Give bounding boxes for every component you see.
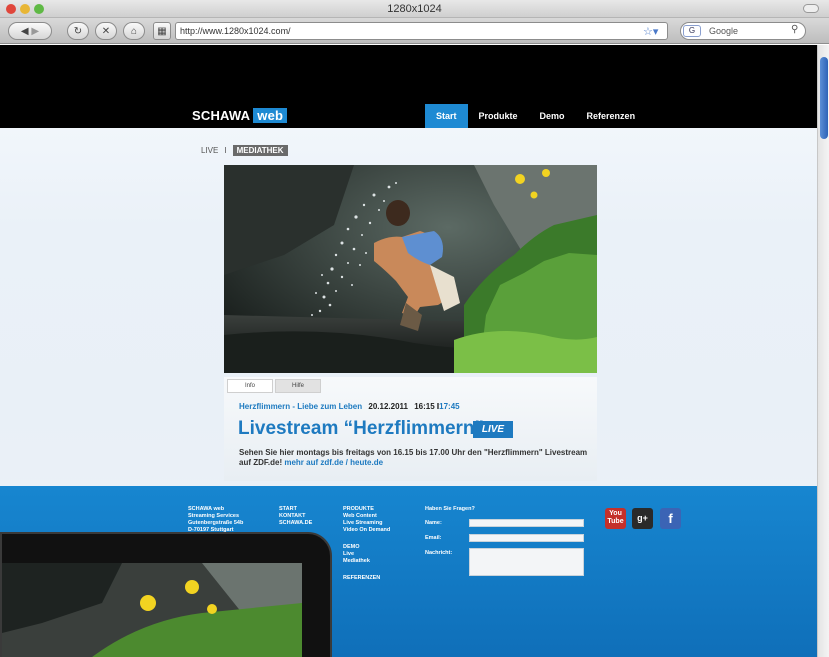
stop-icon: ✕ [101, 25, 111, 37]
footer-link-product[interactable]: Web Content [343, 513, 390, 520]
footer-link-product[interactable]: Video On Demand [343, 527, 390, 534]
broadcast-info: Herzflimmern - Liebe zum Leben 20.12.201… [239, 402, 460, 411]
tab-info[interactable]: Info [227, 379, 273, 393]
nav-produkte[interactable]: Produkte [468, 104, 529, 128]
search-engine-icon[interactable]: G [683, 25, 701, 37]
email-field[interactable] [469, 534, 584, 542]
reload-button[interactable]: ↻ [67, 22, 89, 40]
subnav-separator: I [224, 146, 227, 155]
forward-icon[interactable]: ▶ [31, 26, 39, 37]
address-line: SCHAWA web [188, 506, 225, 512]
live-badge: LIVE [473, 421, 513, 438]
back-forward-buttons[interactable]: ◀ ▶ [8, 22, 52, 40]
footer-link-demo[interactable]: Mediathek [343, 558, 390, 565]
subnav-mediathek[interactable]: MEDIATHEK [232, 145, 288, 156]
nav-start[interactable]: Start [425, 104, 468, 128]
footer-address: SCHAWA web Streaming Services Gutenbergs… [188, 506, 243, 534]
broadcast-start: 16:15 [414, 402, 435, 411]
scrollbar-thumb[interactable] [820, 57, 828, 139]
main-nav: Start Produkte Demo Referenzen [425, 104, 646, 128]
message-field[interactable] [469, 548, 584, 576]
message-label: Nachricht: [425, 550, 453, 556]
facebook-icon[interactable]: f [660, 508, 681, 529]
tablet-screen-photo [2, 563, 302, 657]
tablet-screen [2, 563, 302, 657]
info-tabs: Info Hilfe [227, 379, 323, 393]
sub-nav: LIVE I MEDIATHEK [201, 145, 288, 156]
email-label: Email: [425, 535, 442, 541]
nav-demo[interactable]: Demo [529, 104, 576, 128]
back-icon[interactable]: ◀ [21, 26, 29, 37]
livestream-headline: Livestream “Herzflimmern” [238, 418, 485, 439]
more-link[interactable]: mehr auf zdf.de / heute.de [284, 458, 383, 467]
address-bar[interactable]: http://www.1280x1024.com/ [175, 22, 668, 40]
vertical-scrollbar[interactable] [817, 45, 829, 657]
google-plus-icon[interactable]: g+ [632, 508, 653, 529]
site-logo[interactable]: SCHAWA web [192, 108, 288, 123]
site-header: SCHAWA web Start Produkte Demo Referenzen [0, 45, 817, 128]
broadcast-end: 17:45 [439, 402, 460, 411]
tablet-device-overlay [0, 532, 332, 657]
window-titlebar: 1280x1024 [0, 0, 829, 18]
footer-links: START KONTAKT SCHAWA.DE [279, 506, 312, 527]
address-line: Streaming Services [188, 513, 240, 519]
bookmark-star-icon[interactable]: ☆▾ [643, 25, 658, 38]
footer-link-kontakt[interactable]: KONTAKT [279, 513, 312, 520]
footer-products-heading[interactable]: PRODUKTE [343, 506, 390, 513]
broadcast-date: 20.12.2011 [368, 402, 408, 411]
window-title: 1280x1024 [387, 3, 442, 15]
footer-references-heading[interactable]: REFERENZEN [343, 575, 390, 582]
footer-products: PRODUKTE Web Content Live Streaming Vide… [343, 506, 390, 582]
logo-main: SCHAWA [192, 108, 251, 123]
bookmarks-icon: ▦ [157, 25, 167, 37]
name-label: Name: [425, 520, 442, 526]
video-player[interactable] [224, 165, 597, 373]
subnav-live[interactable]: LIVE [201, 146, 218, 155]
home-icon: ⌂ [130, 25, 138, 37]
logo-accent: web [253, 108, 288, 123]
hero-photo [224, 165, 597, 373]
footer-demo-heading[interactable]: DEMO [343, 544, 390, 551]
contact-form-heading: Haben Sie Fragen? [425, 506, 475, 512]
livestream-description: Sehen Sie hier montags bis freitags von … [239, 448, 589, 468]
address-line: Gutenbergstraße 54b [188, 520, 244, 526]
nav-referenzen[interactable]: Referenzen [576, 104, 647, 128]
name-field[interactable] [469, 519, 584, 527]
reload-icon: ↻ [73, 25, 83, 37]
toolbar-toggle-button[interactable] [803, 4, 819, 13]
home-button[interactable]: ⌂ [123, 22, 145, 40]
footer-link-product[interactable]: Live Streaming [343, 520, 390, 527]
show-title: Herzflimmern - Liebe zum Leben [239, 402, 363, 411]
youtube-icon[interactable]: You Tube [605, 508, 626, 529]
search-icon[interactable]: ⚲ [791, 24, 798, 35]
info-panel: Info Hilfe Herzflimmern - Liebe zum Lebe… [224, 377, 597, 481]
tab-hilfe[interactable]: Hilfe [275, 379, 321, 393]
footer-link-demo[interactable]: Live [343, 551, 390, 558]
footer-link-schawa[interactable]: SCHAWA.DE [279, 520, 312, 527]
browser-toolbar: ◀ ▶ ↻ ✕ ⌂ ▦ http://www.1280x1024.com/ ☆▾… [0, 18, 829, 44]
bookmarks-button[interactable]: ▦ [153, 22, 171, 40]
footer-link-start[interactable]: START [279, 506, 312, 513]
stop-button[interactable]: ✕ [95, 22, 117, 40]
